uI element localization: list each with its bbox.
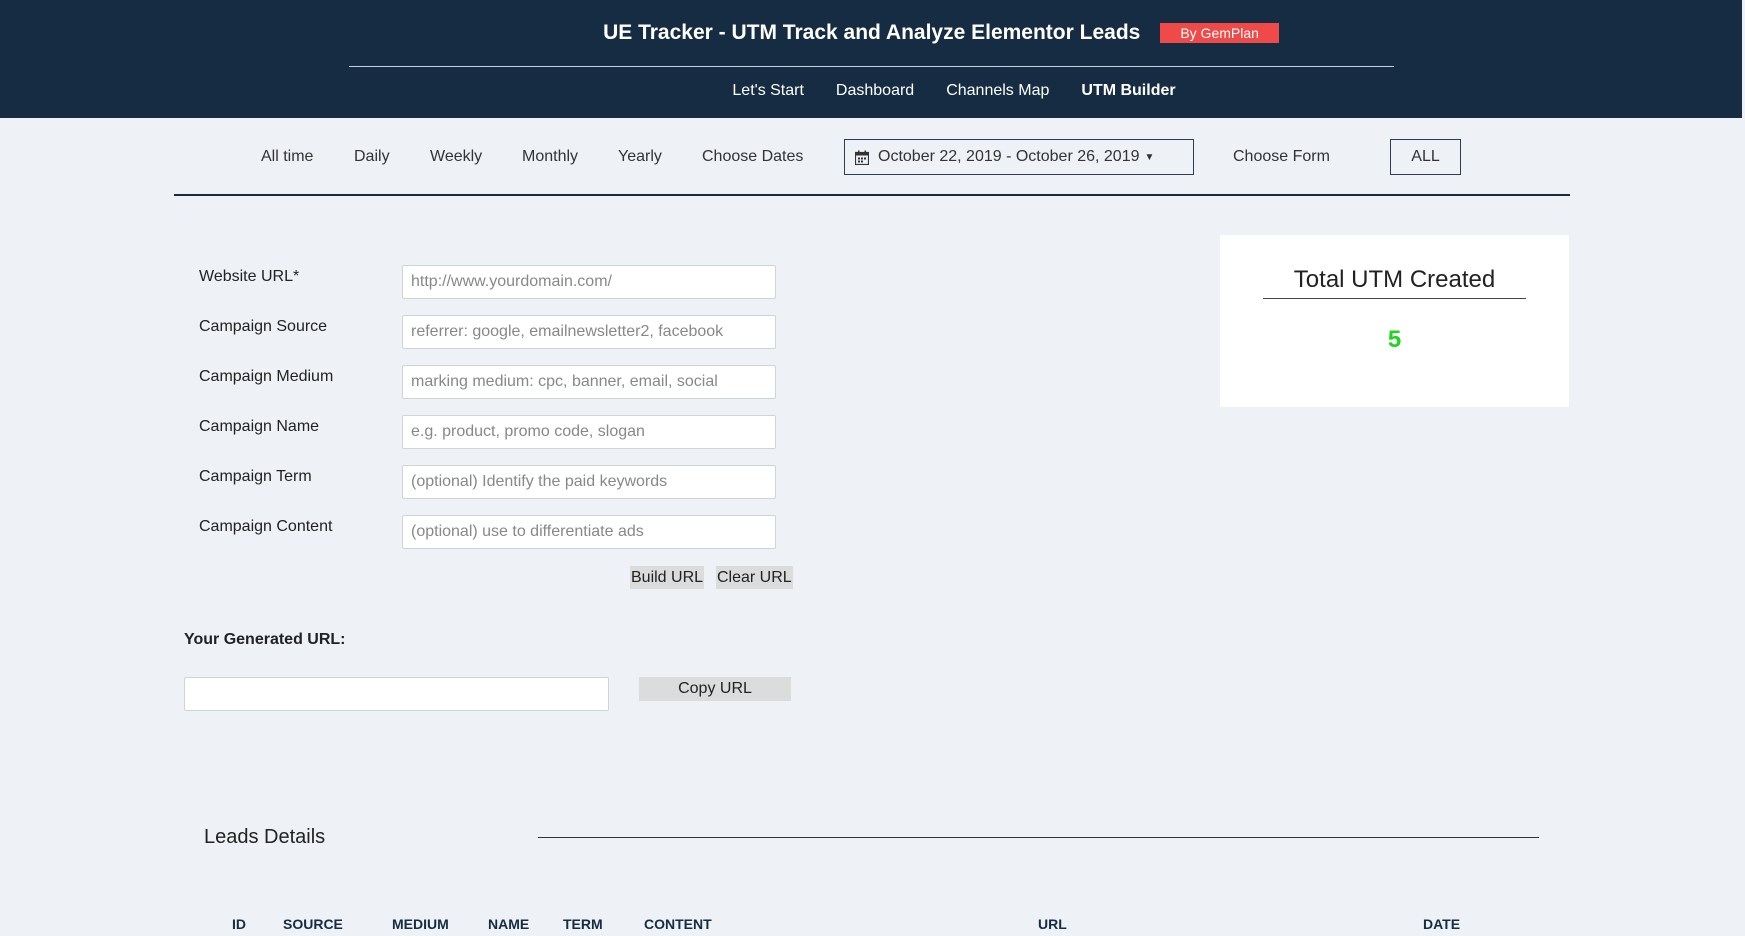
col-content: CONTENT	[644, 916, 712, 932]
header-divider	[349, 66, 1394, 67]
website-url-label: Website URL*	[199, 268, 300, 285]
campaign-medium-label: Campaign Medium	[199, 368, 334, 385]
filter-weekly[interactable]: Weekly	[430, 148, 482, 166]
col-url: URL	[1038, 916, 1067, 932]
campaign-term-input[interactable]	[402, 465, 776, 499]
campaign-name-label: Campaign Name	[199, 418, 320, 435]
copy-url-button[interactable]: Copy URL	[639, 677, 791, 701]
generated-url-field[interactable]	[184, 677, 609, 711]
campaign-source-input[interactable]	[402, 315, 776, 349]
campaign-content-input[interactable]	[402, 515, 776, 549]
nav-lets-start[interactable]: Let's Start	[732, 82, 804, 100]
nav-channels-map[interactable]: Channels Map	[946, 82, 1049, 100]
calendar-icon	[855, 150, 869, 165]
filter-all-time[interactable]: All time	[261, 148, 313, 166]
col-date: DATE	[1423, 916, 1461, 932]
nav-utm-builder[interactable]: UTM Builder	[1081, 82, 1175, 100]
filter-bar: All time Daily Weekly Monthly Yearly Cho…	[0, 139, 1745, 175]
col-source: SOURCE	[283, 916, 343, 932]
leads-divider	[538, 837, 1539, 838]
col-medium: MEDIUM	[392, 916, 449, 932]
by-gemplan-badge[interactable]: By GemPlan	[1160, 23, 1279, 43]
campaign-name-input[interactable]	[402, 415, 776, 449]
top-header: UE Tracker - UTM Track and Analyze Eleme…	[0, 0, 1742, 118]
choose-form-label: Choose Form	[1233, 148, 1330, 165]
campaign-term-label: Campaign Term	[199, 468, 312, 485]
filter-divider	[174, 194, 1570, 196]
filter-choose-dates[interactable]: Choose Dates	[702, 148, 803, 166]
website-url-input[interactable]	[402, 265, 776, 299]
filter-daily[interactable]: Daily	[354, 148, 390, 166]
campaign-medium-input[interactable]	[402, 365, 776, 399]
clear-url-button[interactable]: Clear URL	[716, 566, 793, 589]
filter-yearly[interactable]: Yearly	[618, 148, 662, 166]
filter-monthly[interactable]: Monthly	[522, 148, 578, 166]
date-range-picker[interactable]: October 22, 2019 - October 26, 2019 ▼	[844, 139, 1194, 175]
date-range-text: October 22, 2019 - October 26, 2019	[878, 148, 1140, 165]
col-id: ID	[232, 916, 246, 932]
total-utm-card: Total UTM Created 5	[1220, 235, 1569, 407]
caret-down-icon: ▼	[1144, 151, 1155, 163]
brand-row: UE Tracker - UTM Track and Analyze Eleme…	[0, 21, 1742, 45]
col-term: TERM	[563, 916, 603, 932]
campaign-content-label: Campaign Content	[199, 518, 333, 535]
build-url-button[interactable]: Build URL	[630, 566, 705, 589]
col-name: NAME	[488, 916, 530, 932]
total-utm-value: 5	[1387, 326, 1402, 353]
app-title: UE Tracker - UTM Track and Analyze Eleme…	[603, 21, 1141, 44]
campaign-source-label: Campaign Source	[199, 318, 328, 335]
leads-details-title: Leads Details	[204, 826, 326, 848]
form-select-all[interactable]: ALL	[1390, 139, 1461, 175]
generated-url-label: Your Generated URL:	[184, 631, 346, 648]
nav-dashboard[interactable]: Dashboard	[836, 82, 914, 100]
main-nav: Let's Start Dashboard Channels Map UTM B…	[0, 82, 1742, 100]
total-utm-title: Total UTM Created	[1263, 266, 1526, 299]
